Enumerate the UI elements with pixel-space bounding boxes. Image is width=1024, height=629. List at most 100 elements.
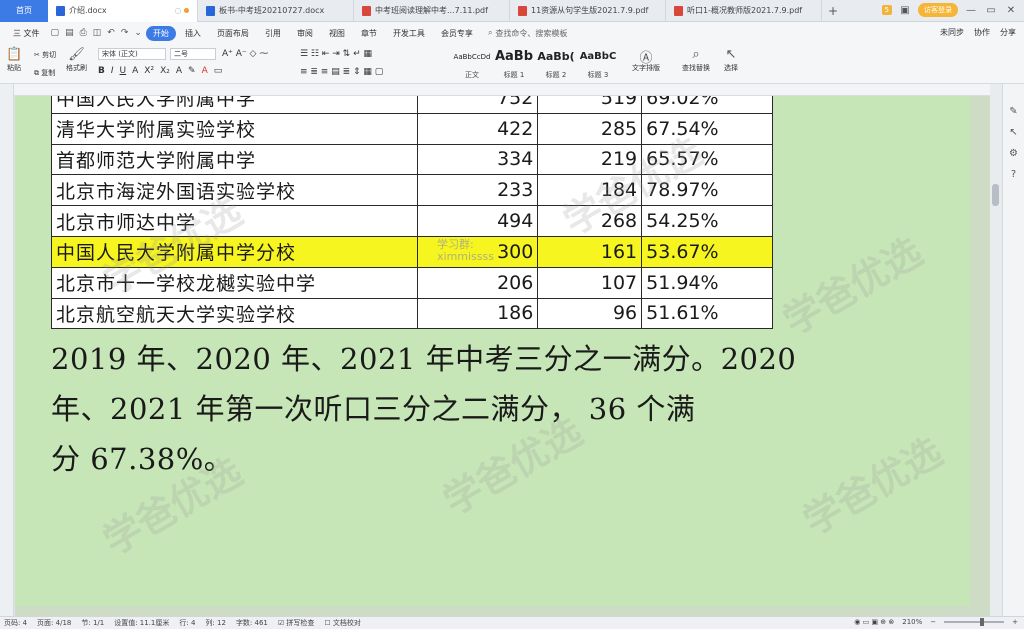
cut-button[interactable]: ✂ 剪切 bbox=[34, 50, 56, 60]
ribbon-menu: 三 文件 ▢ ▤ ⎙ ◫ ↶ ↷ ⌄ 开始 插入 页面布局 引用 审阅 视图 章… bbox=[0, 22, 1024, 44]
status-words[interactable]: 字数: 461 bbox=[236, 618, 268, 628]
scrollbar-thumb[interactable] bbox=[992, 184, 999, 206]
spell-check-label: 拼写检查 bbox=[286, 619, 315, 627]
menu-reference[interactable]: 引用 bbox=[258, 26, 288, 41]
proofread-button[interactable]: ☐ 文档校对 bbox=[324, 618, 361, 628]
file-menu[interactable]: 三 文件 bbox=[6, 26, 47, 41]
menu-section[interactable]: 章节 bbox=[354, 26, 384, 41]
new-tab-button[interactable]: + bbox=[822, 4, 844, 18]
clear-format-icon[interactable]: A bbox=[176, 66, 182, 76]
menu-view[interactable]: 视图 bbox=[322, 26, 352, 41]
command-search[interactable]: ⌕ 查找命令、搜索模板 bbox=[488, 28, 567, 39]
school-name-cell: 清华大学附属实验学校 bbox=[51, 112, 418, 145]
menu-review[interactable]: 审阅 bbox=[290, 26, 320, 41]
zoom-value[interactable]: 210% bbox=[902, 618, 922, 626]
pointer-icon[interactable]: ↖ bbox=[1009, 127, 1017, 138]
find-replace-button[interactable]: ⌕ 查找替换 bbox=[682, 47, 710, 73]
count-full-cell: 268 bbox=[537, 205, 643, 237]
style-heading-2[interactable]: AaBb( 标题 2 bbox=[536, 48, 576, 80]
redo-icon[interactable]: ↷ bbox=[119, 28, 131, 38]
bold-icon[interactable]: B bbox=[98, 66, 105, 76]
view-mode-icon[interactable]: ◉ ▭ ▣ ⊕ ⊗ bbox=[854, 618, 894, 626]
doc-tab-3[interactable]: 11资源从句学生版2021.7.9.pdf bbox=[510, 0, 666, 22]
doc-tab-1[interactable]: 板书-中考班20210727.docx bbox=[198, 0, 354, 22]
subscript-icon[interactable]: X₂ bbox=[160, 66, 170, 76]
style-preview: AaBb bbox=[494, 49, 534, 64]
menu-layout[interactable]: 页面布局 bbox=[210, 26, 256, 41]
font-name-select[interactable]: 宋体 (正文) bbox=[98, 48, 166, 60]
font-color-icon[interactable]: A bbox=[202, 66, 208, 76]
paste-button[interactable]: 📋 粘贴 bbox=[6, 47, 22, 73]
cut-label: 剪切 bbox=[42, 51, 57, 59]
vertical-scrollbar[interactable] bbox=[990, 84, 1002, 616]
search-icon: ⌕ bbox=[487, 28, 493, 37]
align-icons[interactable]: ≡ ≣ ≡ ▤ ≣ ⇕ ▦ ▢ bbox=[300, 67, 383, 77]
document-canvas[interactable]: 中国人民大学附属中学 752 519 69.02% 清华大学附属实验学校 422 285 67… bbox=[15, 96, 990, 616]
menu-member[interactable]: 会员专享 bbox=[434, 26, 480, 41]
menu-home[interactable]: 开始 bbox=[145, 25, 176, 41]
style-normal[interactable]: AaBbCcDd 正文 bbox=[452, 48, 492, 80]
text-layout-button[interactable]: Ⓐ 文字排版 bbox=[632, 47, 660, 73]
table-row: 北京市海淀外国语实验学校 233 184 78.97% bbox=[51, 174, 773, 207]
table-row: 中国人民大学附属中学分校 300 161 53.67% bbox=[51, 235, 773, 268]
highlight-icon[interactable]: ✎ bbox=[188, 66, 196, 76]
minimize-icon[interactable]: — bbox=[964, 5, 978, 16]
count-total-cell: 334 bbox=[416, 143, 539, 176]
spell-check-button[interactable]: ☑ 拼写检查 bbox=[278, 618, 315, 628]
zoom-out-icon[interactable]: − bbox=[930, 618, 936, 626]
print-icon[interactable]: ⎙ bbox=[78, 28, 89, 38]
underline-icon[interactable]: U bbox=[120, 66, 127, 76]
italic-icon[interactable]: I bbox=[111, 66, 114, 76]
home-tab[interactable]: 首页 bbox=[0, 0, 48, 22]
superscript-icon[interactable]: X² bbox=[144, 66, 154, 76]
font-grow-icon[interactable]: A⁺ A⁻ ◇ ⁓ bbox=[222, 49, 268, 59]
count-total-cell: 233 bbox=[416, 174, 539, 207]
status-pages[interactable]: 页面: 4/18 bbox=[37, 618, 71, 628]
top-ruler bbox=[14, 84, 990, 96]
undo-icon[interactable]: ↶ bbox=[105, 28, 117, 38]
doc-tab-0[interactable]: 介绍.docx ◌ bbox=[48, 0, 198, 22]
zoom-slider-knob[interactable] bbox=[980, 618, 985, 626]
select-button[interactable]: ↖ 选择 bbox=[724, 47, 738, 73]
font-size-select[interactable]: 二号 bbox=[170, 48, 216, 60]
edit-icon[interactable]: ✎ bbox=[1009, 106, 1017, 117]
document-page[interactable]: 中国人民大学附属中学 752 519 69.02% 清华大学附属实验学校 422 285 67… bbox=[15, 96, 970, 606]
count-full-cell: 96 bbox=[537, 297, 643, 330]
percent-cell: 53.67% bbox=[641, 235, 773, 268]
close-icon[interactable]: ✕ bbox=[1004, 5, 1018, 16]
style-heading-3[interactable]: AaBbC 标题 3 bbox=[578, 48, 618, 80]
body-paragraph[interactable]: 2019 年、2020 年、2021 年中考三分之一满分。2020 年、2021… bbox=[51, 334, 871, 484]
open-icon[interactable]: ▢ bbox=[49, 28, 62, 38]
login-button[interactable]: 访客登录 bbox=[918, 3, 958, 17]
strike-icon[interactable]: A bbox=[132, 66, 138, 76]
copy-button[interactable]: ⧉ 复制 bbox=[34, 68, 55, 78]
style-heading-1[interactable]: AaBb 标题 1 bbox=[494, 48, 534, 80]
menu-insert[interactable]: 插入 bbox=[178, 26, 208, 41]
count-full-cell: 219 bbox=[537, 143, 643, 176]
format-painter-button[interactable]: 🖌 格式刷 bbox=[66, 47, 87, 73]
zoom-slider[interactable] bbox=[944, 618, 1005, 626]
zoom-in-icon[interactable]: + bbox=[1012, 618, 1018, 626]
help-icon[interactable]: ? bbox=[1011, 169, 1016, 180]
skin-icon[interactable]: ▣ bbox=[898, 5, 912, 16]
list-icons[interactable]: ☰ ☷ ⇤ ⇥ ⇅ ↵ ▦ bbox=[300, 49, 372, 59]
sync-button[interactable]: 未同步 bbox=[940, 27, 964, 38]
menu-developer[interactable]: 开发工具 bbox=[386, 26, 432, 41]
doc-tab-4[interactable]: 听口1-概况教师版2021.7.9.pdf bbox=[666, 0, 822, 22]
share-button[interactable]: 分享 bbox=[1000, 27, 1016, 38]
more-icon[interactable]: ⌄ bbox=[132, 28, 144, 38]
save-icon[interactable]: ▤ bbox=[63, 28, 76, 38]
status-row: 行: 4 bbox=[179, 619, 196, 627]
doc-tab-2[interactable]: 中考班阅读理解中考...7.11.pdf bbox=[354, 0, 510, 22]
collaborate-button[interactable]: 协作 bbox=[974, 27, 990, 38]
body-line: 分 67.38%。 bbox=[51, 442, 234, 476]
style-label: 标题 2 bbox=[545, 71, 567, 79]
tab-count-badge[interactable]: 5 bbox=[881, 5, 892, 15]
overlay-watermark: 学习群: ximmissss bbox=[437, 239, 494, 263]
maximize-icon[interactable]: ▭ bbox=[984, 5, 998, 16]
school-name-cell: 北京市师达中学 bbox=[51, 205, 418, 237]
settings-icon[interactable]: ⚙ bbox=[1009, 148, 1018, 159]
preview-icon[interactable]: ◫ bbox=[91, 28, 104, 38]
char-border-icon[interactable]: ▭ bbox=[214, 66, 223, 76]
tab-close-icon[interactable]: ◌ bbox=[174, 6, 189, 15]
